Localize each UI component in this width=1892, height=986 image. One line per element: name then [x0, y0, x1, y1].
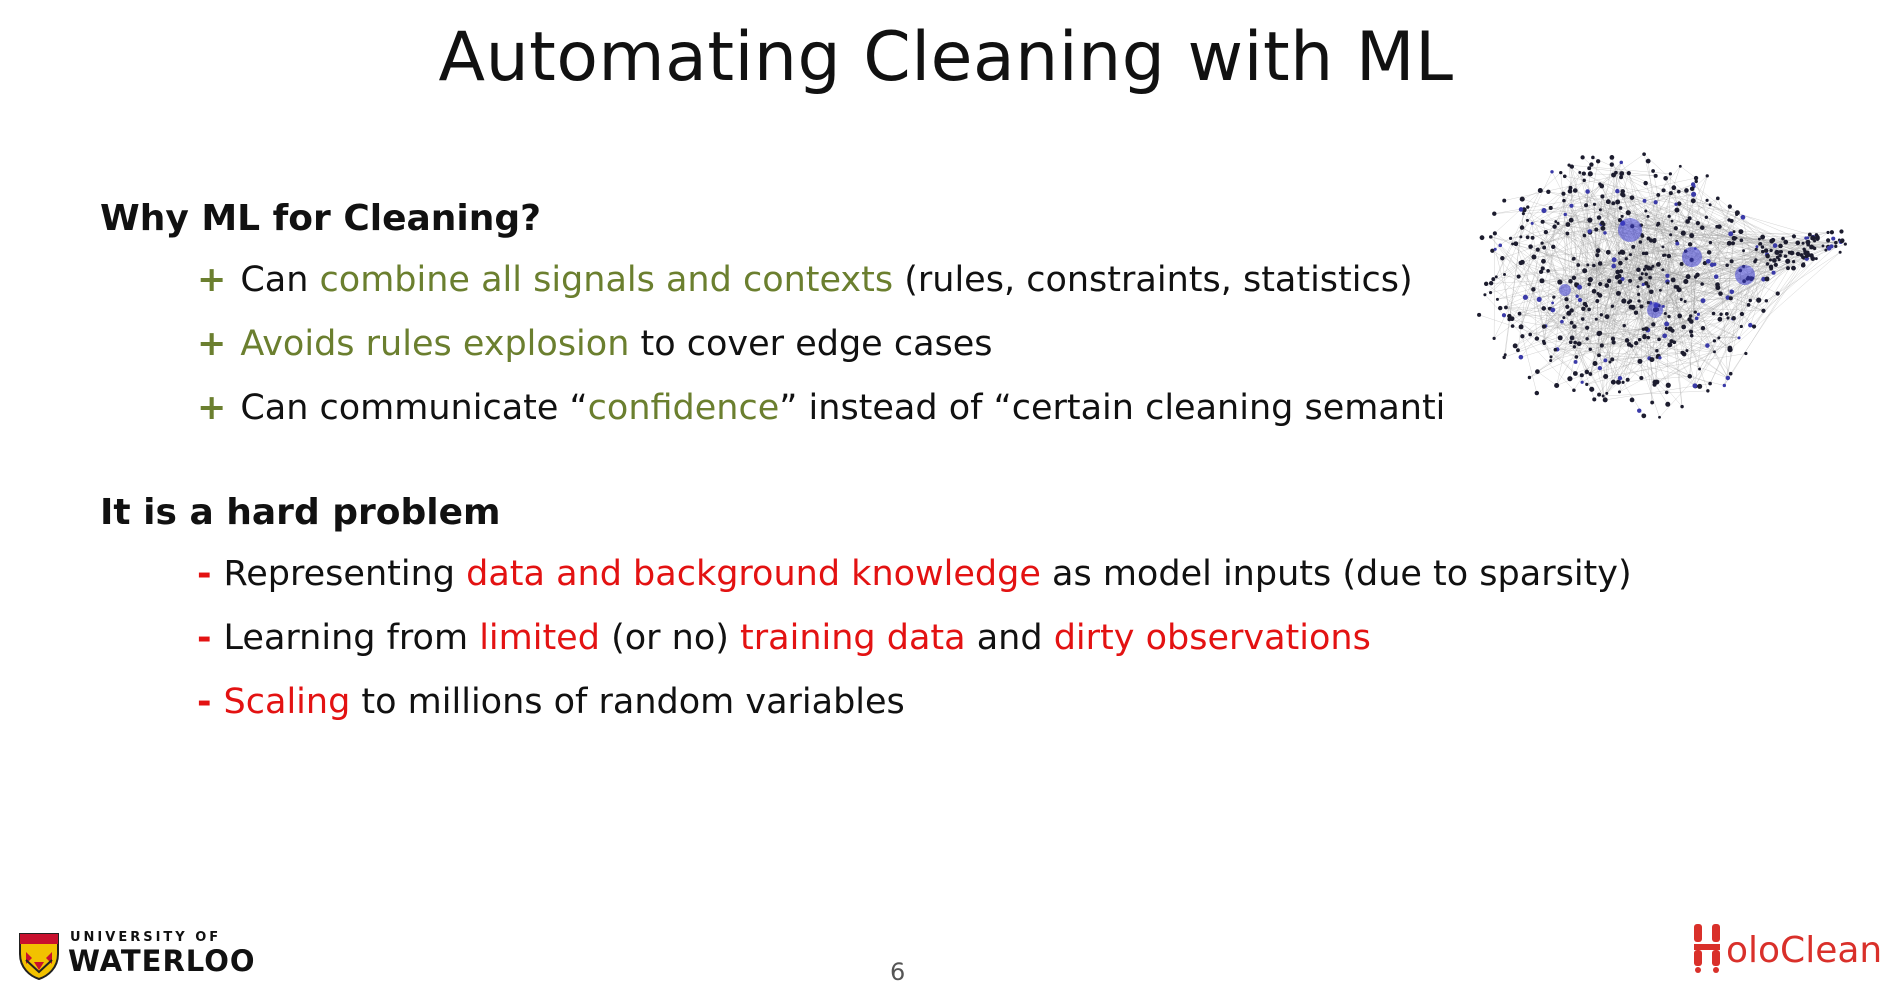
minus-marker: - — [197, 554, 212, 594]
bullet-text: Learning from — [223, 618, 480, 658]
plus-marker: + — [197, 260, 227, 300]
pro-bullet-2: + Avoids rules explosion to cover edge ca… — [197, 324, 993, 364]
minus-marker: - — [197, 618, 212, 658]
minus-marker: - — [197, 682, 212, 722]
bullet-text: as model inputs (due to sparsity) — [1040, 554, 1632, 594]
bullet-text: Can communicate “ — [240, 388, 588, 428]
bullet-highlight: confidence — [587, 388, 780, 428]
bullet-text: to millions of random variables — [350, 682, 905, 722]
bullet-text: ” instead of “certain cleaning semantic — [779, 388, 1442, 428]
holoclean-text: oloClean — [1726, 930, 1883, 971]
bullet-highlight: limited — [479, 618, 600, 658]
bullet-highlight: Avoids rules explosion — [240, 324, 630, 364]
section-heading-why-ml: Why ML for Cleaning? — [100, 198, 542, 239]
holoclean-h-icon — [1694, 924, 1720, 973]
con-bullet-1: - Representing data and background knowle… — [197, 554, 1632, 594]
bullet-text: and — [965, 618, 1054, 658]
uw-small-text: UNIVERSITY OF — [70, 930, 222, 945]
section-heading-hard-problem: It is a hard problem — [100, 492, 501, 533]
graph-edges — [1479, 153, 1846, 418]
pro-bullet-1: + Can combine all signals and contexts (r… — [197, 260, 1413, 300]
bullet-highlight: combine all signals and contexts — [319, 260, 894, 300]
slide-title: Automating Cleaning with ML — [438, 18, 1454, 97]
pro-bullet-3: + Can communicate “confidence” instead of… — [197, 388, 1442, 428]
bullet-highlight: Scaling — [223, 682, 351, 722]
bullet-highlight: data and background knowledge — [466, 554, 1041, 594]
holoclean-logo: oloClean — [1690, 920, 1883, 976]
page-number: 6 — [890, 958, 906, 986]
plus-marker: + — [197, 324, 227, 364]
bullet-text: (or no) — [599, 618, 741, 658]
bullet-text: to cover edge cases — [629, 324, 993, 364]
uw-crest-icon — [19, 933, 59, 980]
plus-marker: + — [197, 388, 227, 428]
uw-big-text: WATERLOO — [68, 944, 256, 978]
con-bullet-2: - Learning from limited (or no) training … — [197, 618, 1371, 658]
bullet-text: Can — [240, 260, 320, 300]
bullet-highlight: dirty observations — [1053, 618, 1371, 658]
network-graph-image — [1477, 152, 1847, 419]
bullet-highlight: training data — [740, 618, 966, 658]
bullet-text: Representing — [223, 554, 467, 594]
con-bullet-3: - Scaling to millions of random variables — [197, 682, 905, 722]
bullet-text: (rules, constraints, statistics) — [893, 260, 1413, 300]
waterloo-logo: UNIVERSITY OF WATERLOO — [18, 928, 255, 982]
